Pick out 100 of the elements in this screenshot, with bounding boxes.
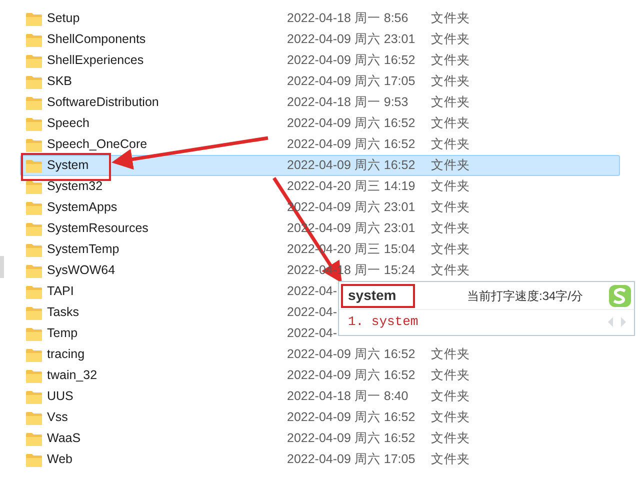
file-name: Vss: [47, 409, 68, 426]
file-name: Web: [47, 451, 72, 468]
file-type: 文件夹: [431, 409, 470, 426]
file-row[interactable]: WaaS 2022-04-09 周六 16:52 文件夹: [20, 428, 620, 449]
file-name: Setup: [47, 10, 80, 28]
file-row[interactable]: SoftwareDistribution 2022-04-18 周一 9:53 文件夹: [20, 92, 620, 113]
file-type: 文件夹: [431, 136, 470, 154]
folder-icon: [26, 452, 42, 466]
folder-icon: [26, 390, 42, 404]
date-modified: 2022-04-09 周六 16:52: [287, 116, 416, 130]
file-name: System32: [47, 178, 103, 196]
file-name: SystemResources: [47, 220, 148, 238]
folder-icon: [26, 348, 42, 362]
file-name: Tasks: [47, 304, 79, 322]
folder-icon: [26, 32, 42, 46]
file-type: 文件夹: [431, 346, 470, 364]
page-arrows-icon[interactable]: [608, 316, 626, 326]
folder-icon: [26, 432, 42, 446]
file-name: SystemTemp: [47, 241, 120, 258]
date-modified: 2022-04-18 周一 8:40: [287, 389, 408, 404]
folder-icon: [26, 222, 42, 236]
date-modified: 2022-04-09 周六 16:52: [287, 410, 416, 424]
folder-icon: [26, 306, 42, 320]
file-name: SystemApps: [47, 199, 118, 216]
date-modified: 2022-04-09 周六 23:01: [287, 32, 416, 46]
file-name: TAPI: [47, 283, 74, 300]
file-type: 文件夹: [431, 52, 470, 70]
file-name: twain_32: [47, 367, 98, 384]
date-modified: 2022-04-09 周六 16:52: [287, 53, 416, 68]
date-modified: 2022-04-09 周六 17:05: [287, 452, 416, 466]
file-row[interactable]: tracing 2022-04-09 周六 16:52 文件夹: [20, 344, 620, 365]
file-type: 文件夹: [431, 451, 470, 468]
file-name: UUS: [47, 388, 74, 406]
date-modified: 2022-04-09 周六 17:05: [287, 74, 416, 88]
file-type: 文件夹: [431, 430, 470, 448]
file-name: Speech: [47, 115, 90, 132]
date-modified: 2022-04-: [287, 284, 338, 298]
file-name: SoftwareDistribution: [47, 94, 159, 112]
date-modified: 2022-04-09 周六 16:52: [287, 158, 416, 172]
file-name: SysWOW64: [47, 262, 116, 280]
typing-speed: 当前打字速度:34字/分: [467, 288, 584, 304]
file-row[interactable]: SKB 2022-04-09 周六 17:05 文件夹: [20, 71, 620, 92]
file-row[interactable]: Web 2022-04-09 周六 17:05 文件夹: [20, 449, 620, 470]
file-name: ShellExperiences: [47, 52, 144, 70]
file-type: 文件夹: [431, 220, 470, 238]
file-name: ShellComponents: [47, 31, 146, 48]
date-modified: 2022-04-09 周六 16:52: [287, 347, 416, 362]
file-row[interactable]: UUS 2022-04-18 周一 8:40 文件夹: [20, 386, 620, 407]
file-type: 文件夹: [431, 157, 470, 174]
file-row[interactable]: Speech 2022-04-09 周六 16:52 文件夹: [20, 113, 620, 134]
file-type: 文件夹: [431, 178, 470, 196]
folder-icon: [26, 368, 42, 382]
file-type: 文件夹: [431, 241, 470, 258]
date-modified: 2022-04-: [287, 326, 338, 340]
folder-icon: [26, 326, 42, 340]
file-type: 文件夹: [431, 31, 470, 48]
folder-icon: [26, 284, 42, 298]
ime-input[interactable]: system: [341, 284, 415, 308]
folder-icon: [26, 138, 42, 152]
file-name: tracing: [47, 346, 85, 364]
date-modified: 2022-04-09 周六 16:52: [287, 431, 416, 446]
file-type: 文件夹: [431, 94, 470, 112]
date-modified: 2022-04-18 周一 8:56: [287, 11, 408, 26]
file-row[interactable]: ShellExperiences 2022-04-09 周六 16:52 文件夹: [20, 50, 620, 71]
folder-icon: [26, 12, 42, 26]
file-type: 文件夹: [431, 199, 470, 216]
folder-icon: [26, 264, 42, 278]
date-modified: 2022-04-09 周六 16:52: [287, 368, 416, 382]
file-row[interactable]: Vss 2022-04-09 周六 16:52 文件夹: [20, 407, 620, 428]
candidate-item[interactable]: 1. system: [348, 312, 418, 332]
date-modified: 2022-04-18 周一 9:53: [287, 95, 408, 110]
folder-icon: [26, 180, 42, 194]
file-name: WaaS: [47, 430, 81, 448]
folder-icon: [26, 74, 42, 88]
date-modified: 2022-04-: [287, 305, 338, 320]
folder-icon: [26, 200, 42, 214]
folder-icon: [26, 116, 42, 130]
date-modified: 2022-04-09 周六 16:52: [287, 137, 416, 152]
folder-icon: [26, 410, 42, 424]
file-type: 文件夹: [431, 388, 470, 406]
file-type: 文件夹: [431, 10, 470, 28]
file-row[interactable]: ShellComponents 2022-04-09 周六 23:01 文件夹: [20, 29, 620, 50]
file-name: Temp: [47, 325, 78, 342]
file-type: 文件夹: [431, 262, 470, 280]
file-row[interactable]: Speech_OneCore 2022-04-09 周六 16:52 文件夹: [20, 134, 620, 155]
file-row-selected[interactable]: System 2022-04-09 周六 16:52 文件夹: [20, 155, 620, 176]
folder-icon: [26, 54, 42, 68]
file-type: 文件夹: [431, 73, 470, 90]
file-type: 文件夹: [431, 115, 470, 132]
date-modified: 2022-04-20 周三 14:19: [287, 179, 416, 194]
file-row[interactable]: System32 2022-04-20 周三 14:19 文件夹: [20, 176, 620, 197]
file-row[interactable]: Setup 2022-04-18 周一 8:56 文件夹: [20, 8, 620, 29]
folder-icon: [26, 96, 42, 110]
folder-icon: [26, 158, 42, 172]
file-type: 文件夹: [431, 367, 470, 384]
folder-icon: [26, 242, 42, 256]
file-name: SKB: [47, 73, 72, 90]
file-name: Speech_OneCore: [47, 136, 148, 154]
file-name: System: [47, 157, 89, 174]
file-row[interactable]: twain_32 2022-04-09 周六 16:52 文件夹: [20, 365, 620, 386]
